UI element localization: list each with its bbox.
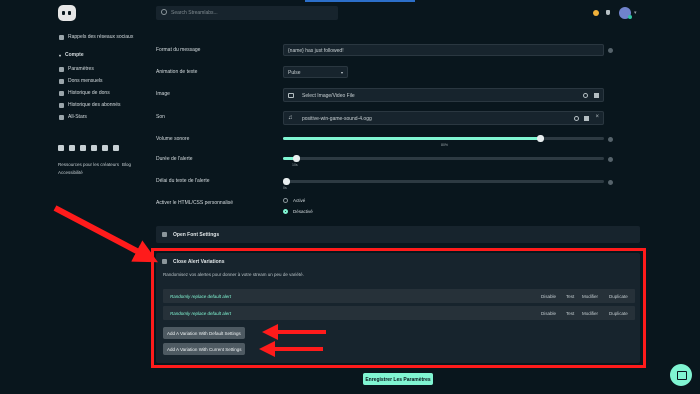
sidebar-item-label: All-Stars [68, 114, 87, 120]
image-label: Image [156, 91, 170, 97]
sidebar-section-account[interactable]: ▾ Compte [59, 52, 84, 58]
tiktok-icon[interactable] [91, 145, 97, 151]
message-format-input[interactable]: {name} has just followed! [283, 44, 604, 56]
social-links [58, 145, 119, 151]
volume-label: Volume sonore [156, 136, 190, 142]
bell-icon [59, 34, 64, 40]
youtube-icon[interactable] [69, 145, 75, 151]
image-file-placeholder: Select Image/Video File [302, 93, 355, 99]
chevron-down-icon: ▾ [59, 52, 62, 58]
sidebar: Rappels des réseaux sociaux ▾ Compte Par… [0, 27, 148, 394]
text-delay-slider-thumb[interactable] [283, 178, 290, 185]
discord-icon[interactable] [113, 145, 119, 151]
save-settings-button[interactable]: Enregistrer Les Paramètres [363, 373, 433, 385]
star-icon [59, 114, 64, 120]
chevron-down-icon[interactable]: ▾ [634, 10, 637, 16]
volume-slider-thumb[interactable] [536, 135, 544, 142]
sidebar-item-settings[interactable]: Paramètres [59, 66, 94, 72]
open-font-settings-title: Open Font Settings [173, 232, 220, 238]
radio-disabled[interactable] [283, 209, 288, 214]
text-animation-value: Pulse [288, 70, 301, 76]
bell-icon[interactable] [606, 10, 610, 15]
search-icon [161, 9, 167, 15]
online-status-dot [628, 15, 632, 19]
image-icon [288, 93, 294, 98]
sound-label: Son [156, 114, 165, 120]
grid-icon[interactable] [584, 116, 589, 121]
text-delay-slider[interactable] [283, 178, 604, 185]
chevron-down-icon: ▾ [340, 70, 343, 75]
sidebar-item-all-stars[interactable]: All-Stars [59, 114, 87, 120]
highlight-box [151, 248, 646, 368]
link-icon[interactable] [583, 93, 588, 98]
image-file-input[interactable]: Select Image/Video File [283, 88, 604, 102]
radio-enabled-label: Activé [293, 198, 306, 203]
search-placeholder: Search Streamlabs... [171, 10, 218, 16]
gear-icon [59, 66, 64, 72]
chat-support-icon[interactable] [670, 364, 692, 386]
sidebar-item-label: Dons mensuels [68, 78, 103, 84]
twitter-icon[interactable] [58, 145, 64, 151]
custom-html-label: Activer le HTML/CSS personnalisé [156, 200, 233, 206]
alert-duration-label: Durée de l'alerte [156, 156, 193, 162]
alert-duration-slider-thumb[interactable] [292, 155, 300, 162]
help-icon[interactable] [608, 157, 613, 162]
close-icon[interactable]: × [595, 114, 599, 120]
top-bar: Search Streamlabs... ▾ [0, 0, 700, 27]
sound-file-input[interactable]: ♫ positive-win-game-sound-4.ogg × [283, 111, 604, 125]
radio-disabled-label: Désactivé [293, 209, 313, 214]
grid-icon[interactable] [594, 93, 599, 98]
sidebar-item-monthly-donations[interactable]: Dons mensuels [59, 78, 102, 84]
creator-resources-link[interactable]: Ressources pour les créateurs [58, 162, 119, 167]
sidebar-item-label: Historique des abonnés [68, 102, 121, 108]
ultra-icon[interactable] [593, 10, 599, 16]
text-delay-value: 0s [283, 186, 287, 190]
volume-slider-fill [283, 137, 540, 140]
sidebar-item-subscriber-history[interactable]: Historique des abonnés [59, 102, 121, 108]
sidebar-item-social-reminders[interactable]: Rappels des réseaux sociaux [59, 34, 133, 40]
music-note-icon: ♫ [288, 115, 293, 121]
sidebar-item-label: Paramètres [68, 66, 94, 72]
sidebar-item-label: Rappels des réseaux sociaux [68, 34, 134, 40]
instagram-icon[interactable] [80, 145, 86, 151]
streamlabs-logo[interactable] [58, 5, 76, 21]
top-progress-strip [305, 0, 415, 2]
subscribers-icon [59, 102, 64, 108]
calendar-icon [59, 78, 64, 84]
help-icon[interactable] [608, 180, 613, 185]
radio-enabled[interactable] [283, 198, 288, 203]
blog-link[interactable]: Blog [122, 162, 131, 167]
message-format-label: Format du message [156, 47, 201, 53]
sound-file-name: positive-win-game-sound-4.ogg [302, 116, 372, 122]
sidebar-item-donation-history[interactable]: Historique de dons [59, 90, 110, 96]
help-icon[interactable] [608, 137, 613, 142]
link-icon[interactable] [574, 116, 579, 121]
text-animation-select[interactable]: Pulse ▾ [283, 66, 348, 78]
facebook-icon[interactable] [102, 145, 108, 151]
alert-duration-value: 10s [292, 163, 298, 167]
text-animation-label: Animation de texte [156, 69, 198, 75]
volume-slider[interactable] [283, 135, 604, 142]
text-delay-label: Délai du texte de l'alerte [156, 178, 210, 184]
volume-value: 80% [441, 143, 449, 147]
help-icon[interactable] [608, 48, 613, 53]
sidebar-item-label: Historique de dons [68, 90, 110, 96]
accessibility-link[interactable]: Accessibilité [58, 170, 83, 175]
history-icon [59, 90, 64, 96]
open-font-settings-section[interactable]: Open Font Settings [156, 226, 640, 243]
alert-duration-slider[interactable] [283, 155, 604, 162]
expand-icon [162, 232, 167, 237]
search-bar[interactable]: Search Streamlabs... [156, 6, 338, 20]
sidebar-section-label: Compte [65, 52, 84, 58]
